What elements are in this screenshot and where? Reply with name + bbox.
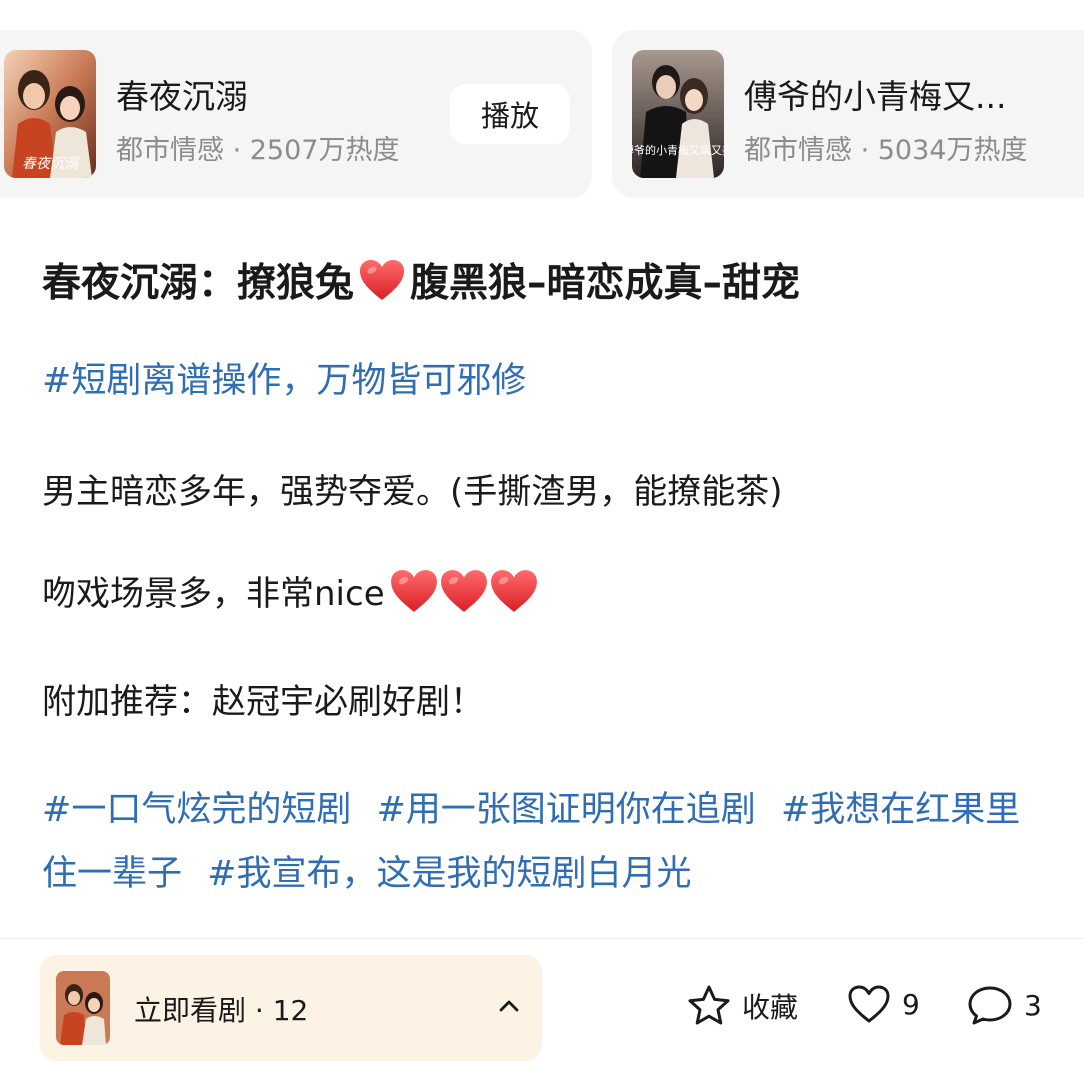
drama-card[interactable]: 傅爷的小青梅又飒又美 傅爷的小青梅又... 都市情感 · 5034万热度 xyxy=(612,30,1084,198)
comment-count: 3 xyxy=(1024,988,1042,1022)
drama-poster[interactable]: 傅爷的小青梅又飒又美 xyxy=(632,50,724,178)
play-button[interactable]: 播放 xyxy=(450,84,570,144)
hearts-emoji-group xyxy=(389,568,539,614)
post-body-text: 男主暗恋多年，强势夺爱。(手撕渣男，能撩能茶) xyxy=(42,472,783,512)
hashtag-link[interactable]: #一口气炫完的短剧 xyxy=(42,790,351,830)
hashtag-list: #一口气炫完的短剧 #用一张图证明你在追剧 #我想在红果里住一辈子 #我宣布，这… xyxy=(42,778,1052,906)
card-meta: 都市情感 · 5034万热度 xyxy=(744,135,1028,166)
hashtag-link[interactable]: #短剧离谱操作，万物皆可邪修 xyxy=(42,352,526,403)
post-title: 春夜沉溺：撩狼兔 腹黑狼–暗恋成真–甜宠 xyxy=(42,252,800,308)
post-body-line: 男主暗恋多年，强势夺爱。(手撕渣男，能撩能茶) xyxy=(42,464,783,513)
heart-icon xyxy=(439,568,489,614)
drama-cards-row: 春夜沉溺 春夜沉溺 都市情感 · 2507万热度 播放 爷的小青梅又飒又 傅爷的… xyxy=(0,30,1084,198)
card-meta: 都市情感 · 2507万热度 xyxy=(116,135,400,166)
post-body-line: 吻戏场景多，非常nice xyxy=(42,566,539,615)
star-icon xyxy=(688,985,730,1025)
drama-thumbnail xyxy=(56,971,110,1045)
card-title: 春夜沉溺 xyxy=(116,77,248,116)
bottom-action-bar: 立即看剧 · 12 收藏 9 3 xyxy=(0,939,1084,1080)
favorite-button[interactable]: 收藏 xyxy=(686,983,798,1029)
svg-text:春夜沉溺: 春夜沉溺 xyxy=(22,156,80,172)
heart-outline-icon xyxy=(848,985,890,1023)
heart-icon xyxy=(389,568,439,614)
watch-now-button[interactable]: 立即看剧 · 12 xyxy=(40,955,542,1061)
watch-now-label: 立即看剧 · 12 xyxy=(134,994,309,1027)
drama-card[interactable]: 春夜沉溺 春夜沉溺 都市情感 · 2507万热度 播放 xyxy=(0,30,592,198)
like-button[interactable]: 9 xyxy=(846,983,920,1025)
favorite-label: 收藏 xyxy=(742,991,799,1024)
post-title-part2: 腹黑狼–暗恋成真–甜宠 xyxy=(410,261,801,306)
post-body-text: 附加推荐：赵冠宇必刷好剧！ xyxy=(42,682,484,722)
post-body-line: 附加推荐：赵冠宇必刷好剧！ xyxy=(42,674,484,723)
hashtag-link[interactable]: #用一张图证明你在追剧 xyxy=(376,790,755,830)
svg-text:傅爷的小青梅又飒又美: 傅爷的小青梅又飒又美 xyxy=(632,143,724,157)
chevron-up-icon[interactable] xyxy=(496,993,522,1019)
comment-button[interactable]: 3 xyxy=(966,983,1042,1027)
heart-icon xyxy=(354,255,410,305)
hashtag-link[interactable]: #我宣布，这是我的短剧白月光 xyxy=(207,854,691,894)
post-body-text: 吻戏场景多，非常nice xyxy=(42,574,385,614)
heart-icon xyxy=(489,568,539,614)
post-title-part1: 春夜沉溺：撩狼兔 xyxy=(42,261,355,306)
card-title: 傅爷的小青梅又... xyxy=(744,77,1007,116)
drama-poster[interactable]: 春夜沉溺 xyxy=(4,50,96,178)
like-count: 9 xyxy=(902,987,920,1021)
comment-icon xyxy=(968,986,1012,1025)
